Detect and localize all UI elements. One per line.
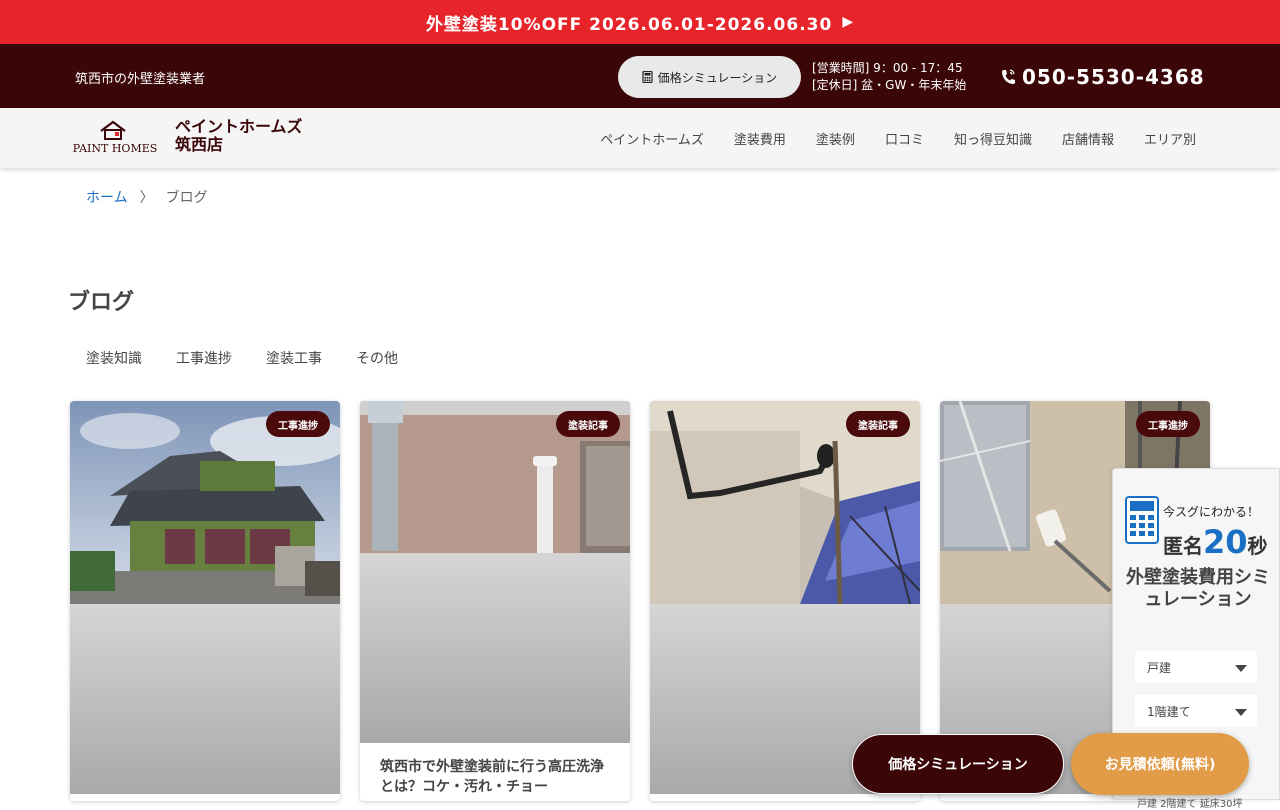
holidays-line: [定休日] 盆・GW・年末年始 xyxy=(812,78,967,92)
chevron-down-icon xyxy=(1235,709,1247,716)
widget-anon-seconds: 匿名20秒 xyxy=(1163,523,1268,561)
floating-simulation-button[interactable]: 価格シミュレーション xyxy=(852,734,1064,794)
breadcrumb-home[interactable]: ホーム xyxy=(86,187,128,207)
floating-simulation-label: 価格シミュレーション xyxy=(888,757,1028,773)
phone-icon xyxy=(1002,69,1015,84)
floors-value: 1階建て xyxy=(1147,704,1191,719)
nav-item-reviews[interactable]: 口コミ xyxy=(885,129,924,148)
widget-summary-text: 戸建 2階建て 延床30坪 xyxy=(1137,799,1243,810)
nav-item-painthomes[interactable]: ペイントホームズ xyxy=(600,129,704,148)
tagline: 筑西市の外壁塗装業者 xyxy=(75,72,206,87)
price-simulation-label: 価格シミュレーション xyxy=(657,70,778,85)
anon-prefix: 匿名 xyxy=(1163,534,1203,558)
card-title: 筑西市で外壁塗装前に行う高圧洗浄とは？コケ・汚れ・チョー xyxy=(380,759,604,795)
phone-number: 050-5530-4368 xyxy=(1022,65,1205,89)
play-arrow-icon: ▶ xyxy=(842,14,855,30)
widget-tagline: 今スグにわかる！ xyxy=(1163,505,1260,519)
nav-item-store[interactable]: 店舗情報 xyxy=(1062,129,1114,148)
category-badge: 工事進捗 xyxy=(266,411,330,437)
building-type-select[interactable]: 戸建 xyxy=(1135,651,1257,683)
hours-line: [営業時間] 9：00 - 17：45 xyxy=(812,61,963,75)
nav-item-tips[interactable]: 知っ得豆知識 xyxy=(954,129,1032,148)
breadcrumb-current: ブログ xyxy=(165,190,208,206)
tab-other[interactable]: その他 xyxy=(356,348,398,368)
calculator-icon xyxy=(642,71,653,83)
price-simulation-button[interactable]: 価格シミュレーション xyxy=(618,56,801,98)
blog-card[interactable]: 塗装記事 筑西市で外壁塗装前に行う高圧洗浄とは？コケ・汚れ・チョー xyxy=(360,401,630,801)
breadcrumb-separator: 〉 xyxy=(139,190,154,206)
page-title: ブログ xyxy=(68,290,135,315)
nav-item-examples[interactable]: 塗装例 xyxy=(816,129,855,148)
category-badge: 工事進捗 xyxy=(1136,411,1200,437)
brand-line2: 筑西店 xyxy=(175,135,224,154)
promo-text: 外壁塗装10%OFF 2026.06.01-2026.06.30 xyxy=(425,14,833,35)
blog-card[interactable]: 工事進捗 xyxy=(70,401,340,801)
tab-painting-knowledge[interactable]: 塗装知識 xyxy=(86,348,142,368)
phone-link[interactable]: 050-5530-4368 xyxy=(1000,65,1205,89)
site-logo[interactable]: PAINT HOMES xyxy=(72,120,162,156)
building-type-value: 戸建 xyxy=(1147,660,1172,675)
anon-number: 20 xyxy=(1203,523,1248,561)
logo-text: PAINT HOMES xyxy=(72,142,158,155)
category-badge: 塗装記事 xyxy=(846,411,910,437)
promo-banner[interactable]: 外壁塗装10%OFF 2026.06.01-2026.06.30 ▶ xyxy=(0,0,1280,44)
house-logo-icon xyxy=(100,120,126,140)
category-tabs: 塗装知識 工事進捗 塗装工事 その他 xyxy=(86,348,398,368)
anon-suffix: 秒 xyxy=(1247,534,1268,558)
nav-item-area[interactable]: エリア別 xyxy=(1144,129,1196,148)
main-nav: ペイントホームズ 塗装費用 塗装例 口コミ 知っ得豆知識 店舗情報 エリア別 xyxy=(600,108,1196,168)
breadcrumb: ホーム 〉 ブログ xyxy=(86,187,208,207)
main-header: PAINT HOMES ペイントホームズ 筑西店 ペイントホームズ 塗装費用 塗… xyxy=(0,108,1280,168)
category-badge: 塗装記事 xyxy=(556,411,620,437)
brand-name[interactable]: ペイントホームズ 筑西店 xyxy=(175,118,303,154)
floating-quote-label: お見積依頼(無料) xyxy=(1104,757,1216,773)
business-hours: [営業時間] 9：00 - 17：45 [定休日] 盆・GW・年末年始 xyxy=(812,60,966,94)
floors-select[interactable]: 1階建て xyxy=(1135,695,1257,727)
chevron-down-icon xyxy=(1235,665,1247,672)
card-image-fade xyxy=(70,604,340,794)
widget-title: 外壁塗装費用シミュレーション xyxy=(1126,567,1270,610)
top-info-bar: 筑西市の外壁塗装業者 価格シミュレーション [営業時間] 9：00 - 17：4… xyxy=(0,44,1280,108)
tab-painting-work[interactable]: 塗装工事 xyxy=(266,348,322,368)
floating-quote-button[interactable]: お見積依頼(無料) xyxy=(1071,733,1249,795)
card-image-fade xyxy=(360,553,630,743)
nav-item-cost[interactable]: 塗装費用 xyxy=(734,129,786,148)
tab-progress[interactable]: 工事進捗 xyxy=(176,348,232,368)
calculator-icon xyxy=(1125,496,1159,544)
brand-line1: ペイントホームズ xyxy=(175,117,303,136)
